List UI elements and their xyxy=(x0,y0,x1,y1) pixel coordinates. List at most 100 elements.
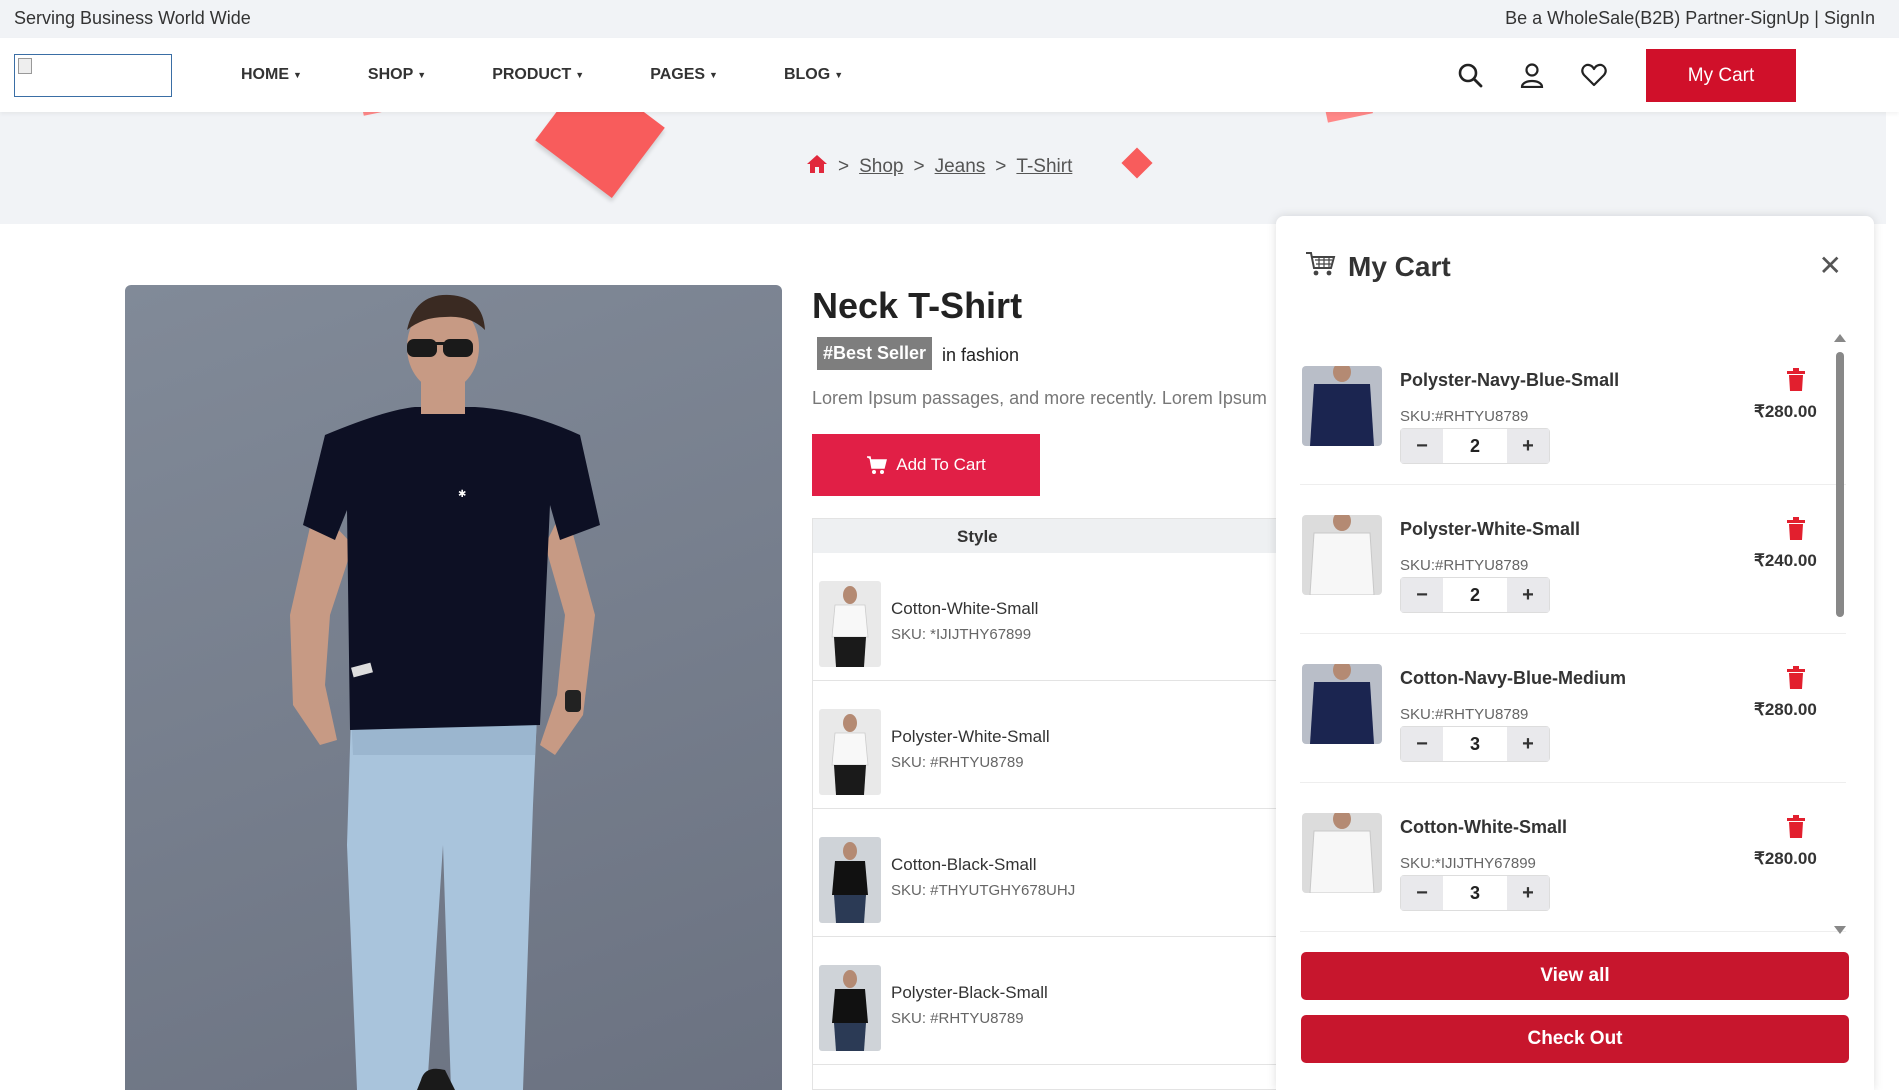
cart-item-price: ₹280.00 xyxy=(1754,700,1817,719)
trash-icon[interactable] xyxy=(1786,368,1806,397)
nav-item-product[interactable]: PRODUCT ▼ xyxy=(492,66,584,84)
cart-item-name: Polyster-White-Small xyxy=(1400,519,1581,539)
main-nav: HOME ▼ SHOP ▼ PRODUCT ▼ PAGES ▼ BLOG ▼ My Car… xyxy=(0,38,1899,112)
caret-down-icon: ▼ xyxy=(417,70,427,80)
cart-item: Cotton-White-Small SKU:*IJIJTHY67899 − 3… xyxy=(1300,783,1846,932)
cart-header: My Cart xyxy=(1304,250,1451,283)
scroll-down-arrow-icon[interactable] xyxy=(1834,926,1846,934)
style-sku: SKU: #RHTYU8789 xyxy=(891,1010,1024,1027)
nav-icons xyxy=(1455,60,1641,90)
style-thumbnail xyxy=(819,965,881,1051)
nav-item-shop[interactable]: SHOP ▼ xyxy=(368,66,426,84)
view-all-button[interactable]: View all xyxy=(1301,952,1849,1000)
quantity-stepper: − 3 + xyxy=(1400,875,1550,911)
cart-item-price: ₹280.00 xyxy=(1754,402,1817,421)
nav-item-home[interactable]: HOME ▼ xyxy=(241,66,302,84)
style-name: Polyster-White-Small xyxy=(891,727,1050,746)
quantity-value[interactable]: 3 xyxy=(1443,876,1507,910)
decrease-quantity-button[interactable]: − xyxy=(1401,578,1443,612)
breadcrumb-jeans[interactable]: Jeans xyxy=(935,156,986,178)
breadcrumb-separator: > xyxy=(913,156,925,177)
style-name: Cotton-Black-Small xyxy=(891,855,1037,874)
product-title: Neck T-Shirt xyxy=(812,285,1023,326)
product-description: Lorem Ipsum passages, and more recently.… xyxy=(812,388,1267,408)
decor-shape xyxy=(362,112,382,116)
scroll-up-arrow-icon[interactable] xyxy=(1834,334,1846,342)
product-image[interactable]: ✱ xyxy=(125,285,782,1090)
tagline: Serving Business World Wide xyxy=(14,8,251,28)
style-table: Style Cotton-White-Small SKU: *IJIJTHY67… xyxy=(812,518,1277,1090)
site-logo[interactable] xyxy=(14,54,172,97)
quantity-stepper: − 3 + xyxy=(1400,726,1550,762)
breadcrumb-tshirt[interactable]: T-Shirt xyxy=(1016,156,1072,178)
quantity-stepper: − 2 + xyxy=(1400,577,1550,613)
caret-down-icon: ▼ xyxy=(575,70,585,80)
cart-drawer: My Cart ✕ Polyster-Navy-Blue-Small SKU:#… xyxy=(1276,216,1874,1090)
cart-items: Polyster-Navy-Blue-Small SKU:#RHTYU8789 … xyxy=(1300,336,1846,936)
style-row[interactable]: Cotton-Black-Small SKU: #THYUTGHY678UHJ xyxy=(813,809,1276,937)
cart-item-sku: SKU:#RHTYU8789 xyxy=(1400,408,1529,425)
increase-quantity-button[interactable]: + xyxy=(1507,876,1549,910)
caret-down-icon: ▼ xyxy=(709,70,718,80)
breadcrumb-separator: > xyxy=(995,156,1007,177)
breadcrumb: > Shop > Jeans > T-Shirt xyxy=(806,154,1072,180)
cart-scrollbar[interactable] xyxy=(1834,334,1846,934)
cart-item-sku: SKU:#RHTYU8789 xyxy=(1400,557,1529,574)
cart-icon xyxy=(867,456,888,474)
heart-icon[interactable] xyxy=(1579,60,1609,90)
trash-icon[interactable] xyxy=(1786,666,1806,695)
cart-item-price: ₹280.00 xyxy=(1754,849,1817,868)
style-name: Polyster-Black-Small xyxy=(891,983,1048,1002)
cart-item-sku: SKU:*IJIJTHY67899 xyxy=(1400,855,1536,872)
style-sku: SKU: *IJIJTHY67899 xyxy=(891,626,1032,643)
style-row[interactable]: Polyster-Black-Small SKU: #RHTYU8789 xyxy=(813,937,1276,1065)
trash-icon[interactable] xyxy=(1786,517,1806,546)
scrollbar-thumb[interactable] xyxy=(1836,352,1844,617)
close-icon[interactable]: ✕ xyxy=(1819,252,1842,280)
nav-item-blog[interactable]: BLOG ▼ xyxy=(784,66,843,84)
cart-item: Cotton-Navy-Blue-Medium SKU:#RHTYU8789 −… xyxy=(1300,634,1846,783)
style-name: Cotton-White-Small xyxy=(891,599,1039,618)
style-thumbnail xyxy=(819,709,881,795)
quantity-value[interactable]: 2 xyxy=(1443,578,1507,612)
cart-item: Polyster-Navy-Blue-Small SKU:#RHTYU8789 … xyxy=(1300,336,1846,485)
nav-menu: HOME ▼ SHOP ▼ PRODUCT ▼ PAGES ▼ BLOG ▼ xyxy=(241,66,909,84)
search-icon[interactable] xyxy=(1455,60,1485,90)
style-row[interactable]: Polyster-White-Small SKU: #RHTYU8789 xyxy=(813,681,1276,809)
broken-image-icon xyxy=(18,58,32,74)
add-to-cart-button[interactable]: Add To Cart xyxy=(812,434,1040,496)
quantity-value[interactable]: 3 xyxy=(1443,727,1507,761)
trash-icon[interactable] xyxy=(1786,815,1806,844)
style-thumbnail xyxy=(819,581,881,667)
partner-signup-link[interactable]: Be a WholeSale(B2B) Partner-SignUp | Sig… xyxy=(1505,8,1875,29)
style-header: Style xyxy=(813,519,1276,553)
style-sku: SKU: #THYUTGHY678UHJ xyxy=(891,882,1076,899)
decor-shape xyxy=(535,112,665,199)
caret-down-icon: ▼ xyxy=(293,70,302,80)
home-icon[interactable] xyxy=(806,154,828,180)
best-seller-badge: #Best Seller xyxy=(817,337,933,370)
increase-quantity-button[interactable]: + xyxy=(1507,578,1549,612)
checkout-button[interactable]: Check Out xyxy=(1301,1015,1849,1063)
increase-quantity-button[interactable]: + xyxy=(1507,727,1549,761)
decrease-quantity-button[interactable]: − xyxy=(1401,727,1443,761)
top-bar: Serving Business World Wide Be a WholeSa… xyxy=(0,0,1899,38)
cart-item-thumbnail xyxy=(1302,515,1382,595)
my-cart-button[interactable]: My Cart xyxy=(1646,49,1796,102)
quantity-value[interactable]: 2 xyxy=(1443,429,1507,463)
decrease-quantity-button[interactable]: − xyxy=(1401,876,1443,910)
breadcrumb-shop[interactable]: Shop xyxy=(859,156,903,178)
decrease-quantity-button[interactable]: − xyxy=(1401,429,1443,463)
nav-item-pages[interactable]: PAGES ▼ xyxy=(650,66,718,84)
style-row[interactable]: Cotton-White-Small SKU: *IJIJTHY67899 xyxy=(813,553,1276,681)
style-thumbnail xyxy=(819,837,881,923)
caret-down-icon: ▼ xyxy=(834,70,844,80)
increase-quantity-button[interactable]: + xyxy=(1507,429,1549,463)
cart-title: My Cart xyxy=(1348,250,1451,282)
cart-item-name: Polyster-Navy-Blue-Small xyxy=(1400,370,1620,390)
cart-item-name: Cotton-Navy-Blue-Medium xyxy=(1400,668,1626,688)
cart-item-thumbnail xyxy=(1302,664,1382,744)
user-icon[interactable] xyxy=(1517,60,1547,90)
cart-item: Polyster-White-Small SKU:#RHTYU8789 − 2 … xyxy=(1300,485,1846,634)
cart-item-sku: SKU:#RHTYU8789 xyxy=(1400,706,1529,723)
